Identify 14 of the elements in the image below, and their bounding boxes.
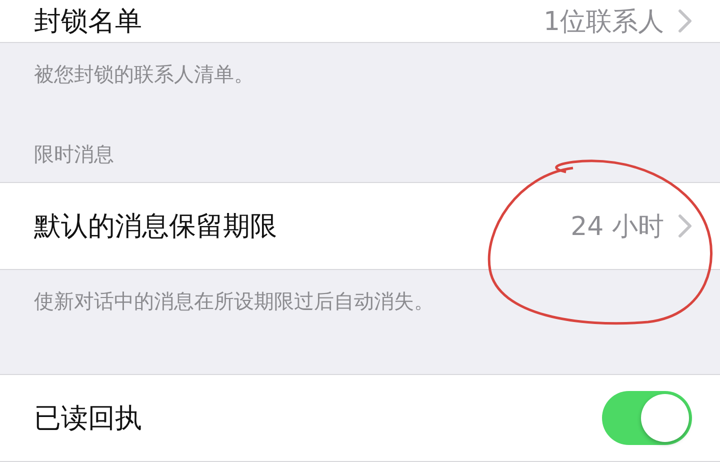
settings-row[interactable]: 默认的消息保留期限 24 小时 xyxy=(0,182,720,270)
section-footer: 使新对话中的消息在所设期限过后自动消失。 xyxy=(0,270,720,338)
row-value: 1位联系人 xyxy=(543,6,664,38)
settings-row[interactable]: 已读回执 xyxy=(0,374,720,462)
chevron-icon xyxy=(678,214,692,238)
row-label: 封锁名单 xyxy=(34,5,143,39)
row-value: 24 小时 xyxy=(570,210,664,244)
section-header: 限时消息 xyxy=(33,141,115,168)
row-label: 默认的消息保留期限 xyxy=(34,210,278,244)
chevron-icon xyxy=(678,9,692,33)
section-footer: 被您封锁的联系人清单。 xyxy=(0,43,720,111)
row-label: 已读回执 xyxy=(34,402,143,436)
settings-row[interactable]: 封锁名单 1位联系人 xyxy=(0,0,720,43)
toggle-switch[interactable] xyxy=(602,391,692,445)
